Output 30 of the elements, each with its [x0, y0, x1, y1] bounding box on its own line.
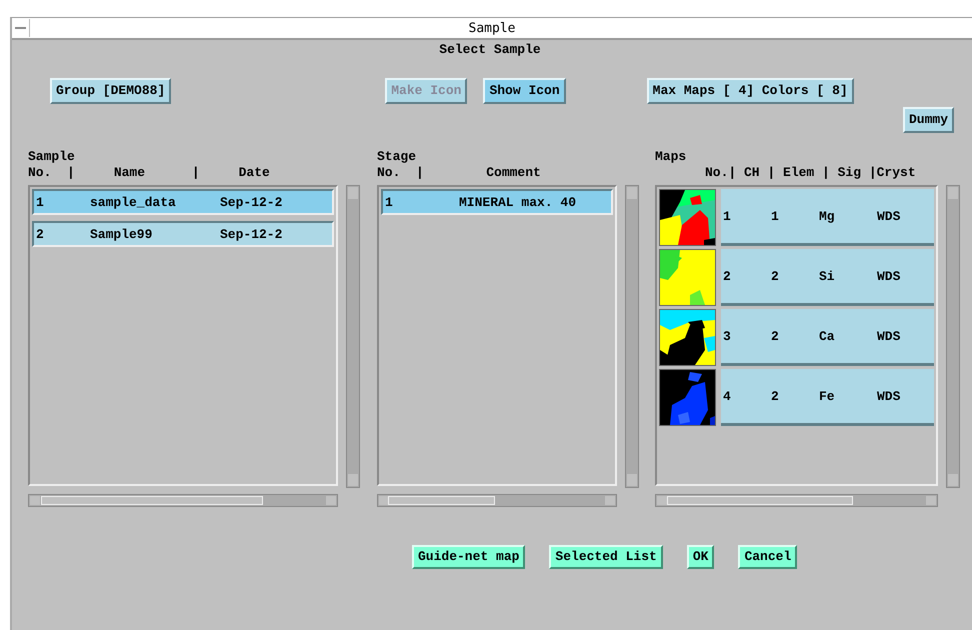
- dialog-heading: Select Sample: [438, 42, 542, 59]
- column-header: No. | Name | Date: [28, 165, 271, 182]
- map-row[interactable]: 4 2 Fe WDS: [721, 369, 934, 426]
- map-row[interactable]: 2 2 Si WDS: [721, 249, 934, 306]
- dialog-button[interactable]: Cancel: [738, 545, 798, 569]
- list-row[interactable]: 1 sample_data Sep-12-2: [32, 189, 334, 215]
- toolbar-button[interactable]: Show Icon: [483, 78, 566, 104]
- dialog-button[interactable]: OK: [686, 545, 714, 569]
- horizontal-scrollbar[interactable]: [655, 494, 938, 507]
- map-row[interactable]: 3 2 Ca WDS: [721, 309, 934, 366]
- horizontal-scrollbar[interactable]: [377, 494, 617, 507]
- horizontal-scrollbar[interactable]: [28, 494, 338, 507]
- window-title: Sample: [468, 20, 516, 36]
- column-header: No.| CH | Elem | Sig |Cryst: [704, 165, 917, 182]
- map-row[interactable]: 1 1 Mg WDS: [721, 189, 934, 246]
- vertical-scrollbar[interactable]: [946, 185, 960, 488]
- column-header: No. | Comment: [377, 165, 542, 182]
- dialog-button[interactable]: Selected List: [549, 545, 663, 569]
- dialog-button[interactable]: Guide-net map: [412, 545, 526, 569]
- toolbar-button[interactable]: Group [DEMO88]: [50, 78, 172, 104]
- list-row[interactable]: 1 MINERAL max. 40: [381, 189, 613, 215]
- panel-title: Stage: [377, 149, 418, 165]
- panel-title: Maps: [655, 149, 688, 165]
- dummy-button[interactable]: Dummy: [902, 107, 954, 133]
- panel-title: Sample: [28, 149, 76, 165]
- window-menu-icon[interactable]: [12, 19, 30, 37]
- toolbar-button[interactable]: Max Maps [ 4] Colors [ 8]: [646, 78, 854, 104]
- vertical-scrollbar[interactable]: [346, 185, 360, 488]
- vertical-scrollbar[interactable]: [625, 185, 639, 488]
- list-row[interactable]: 2 Sample99 Sep-12-2: [32, 221, 334, 247]
